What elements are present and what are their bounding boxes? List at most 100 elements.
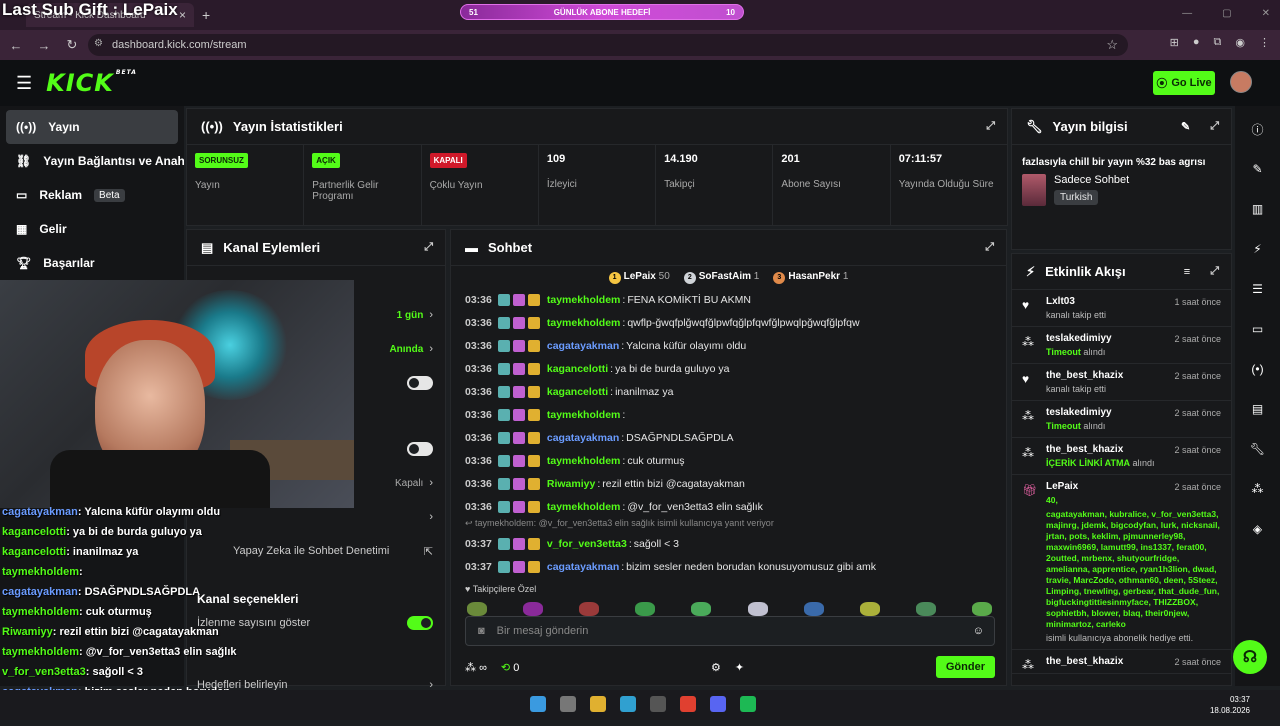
gifter-3[interactable]: 3 HasanPekr 1 [773,271,848,288]
expand-icon[interactable]: ⤢ [1210,265,1219,278]
shield-icon[interactable]: ◈ [1247,518,1269,540]
message-user[interactable]: taymekholdem [547,294,621,306]
points-display[interactable]: ⁂ ∞ [465,661,487,674]
counter-display[interactable]: ⟲ 0 [501,661,519,674]
edit-icon[interactable]: ✎ [1247,158,1269,180]
expand-icon[interactable]: ⤢ [986,120,995,133]
bookmark-star-icon[interactable]: ☆ [1106,37,1118,53]
puzzle-icon[interactable]: ⧉ [1214,36,1222,49]
message-user[interactable]: taymekholdem [547,501,621,513]
stat-stream-health: SORUNSUZ Yayın [187,145,305,225]
category-name[interactable]: Sadece Sohbet [1054,174,1129,186]
obs-icon[interactable] [650,696,666,712]
message-user[interactable]: Riwamiyy [547,478,595,490]
chat-input[interactable]: ◙ Bir mesaj gönderin ☺ [465,616,995,646]
chat-message: 03:36 taymekholdem: [451,403,1006,426]
activity-desc-text: alındı [1083,347,1106,357]
message-user[interactable]: taymekholdem [547,409,621,421]
message-user[interactable]: taymekholdem [547,317,621,329]
url-field[interactable]: ⚙ dashboard.kick.com/stream ☆ [88,34,1128,56]
layout-icon[interactable]: ▥ [1247,198,1269,220]
translate-icon[interactable]: ⊞ [1170,36,1179,49]
edit-icon[interactable]: ✎ [1181,120,1190,133]
ai-moderation-row[interactable]: Yapay Zeka ile Sohbet Denetimi ⇱ [187,534,445,568]
sidebar-item-stream[interactable]: ((•)) Yayın [6,110,178,144]
actions-icon[interactable]: ▤ [1247,398,1269,420]
emote-icon[interactable] [971,602,992,616]
minimize-icon[interactable]: — [1182,8,1192,19]
app-header: ☰ KICK BETA ⦿ Go Live [0,60,1280,106]
discord-icon[interactable] [710,696,726,712]
kick-logo[interactable]: KICK BETA [46,69,137,97]
close-tab-icon[interactable]: × [179,8,186,22]
emote-icon[interactable] [915,602,936,616]
folder-icon[interactable] [590,696,606,712]
hamburger-icon[interactable]: ☰ [16,73,32,94]
sidebar-item-revenue[interactable]: ▦ Gelir [0,212,184,246]
chat-settings-icon[interactable]: ◙ [478,625,485,637]
message-user[interactable]: cagatayakman [547,340,619,352]
menu-dots-icon[interactable]: ⋮ [1259,36,1270,49]
toggle-switch[interactable] [407,442,433,456]
maximize-icon[interactable]: ▢ [1222,8,1231,19]
toggle-switch[interactable] [407,376,433,390]
expand-icon[interactable]: ⤢ [424,241,433,254]
go-live-button[interactable]: ⦿ Go Live [1153,71,1215,95]
message-user[interactable]: cagatayakman [547,561,619,573]
overlay-text: sağoll < 3 [92,666,143,678]
site-info-icon[interactable]: ⚙ [94,38,103,49]
user-badge-icon [527,431,540,444]
send-button[interactable]: Gönder [935,656,995,678]
message-user[interactable]: taymekholdem [547,455,621,467]
message-user[interactable]: kagancelotti [547,386,608,398]
stream-icon[interactable]: (•) [1247,358,1269,380]
emote-icon[interactable] [803,602,824,616]
task-view-icon[interactable] [560,696,576,712]
emote-icon[interactable] [691,602,712,616]
windows-start-icon[interactable] [530,696,546,712]
info-icon[interactable]: ⓘ [1247,118,1269,140]
list-icon[interactable]: ☰ [1247,278,1269,300]
sidebar-item-ads[interactable]: ▭ Reklam Beta [0,178,184,212]
edge-icon[interactable] [620,696,636,712]
sidebar-item-stream-key[interactable]: ⛓ Yayın Bağlantısı ve Anahtarı [0,144,184,178]
sidebar-item-achievements[interactable]: 🏆︎ Başarılar [0,246,184,280]
forward-icon[interactable]: → [32,38,56,53]
reload-icon[interactable]: ↻ [60,37,84,53]
gifter-1[interactable]: 1 LePaix 50 [608,271,670,288]
message-time: 03:37 [465,537,492,550]
spotify-icon[interactable] [740,696,756,712]
expand-icon[interactable]: ⤢ [985,241,994,254]
chat-message: 03:36 Riwamiyy: rezil ettin bizi @cagataya… [451,472,1006,495]
message-user[interactable]: kagancelotti [547,363,608,375]
wrench-icon[interactable]: 🔧︎ [1247,438,1269,460]
emote-icon[interactable] [747,602,768,616]
message-user[interactable]: v_for_ven3etta3 [547,538,627,550]
emote-icon[interactable] [467,602,487,616]
new-tab-button[interactable]: + [202,7,210,23]
close-window-icon[interactable]: ✕ [1262,8,1270,19]
mod-shield-icon[interactable]: ✦ [735,661,744,674]
emote-icon[interactable] [579,602,600,616]
emote-icon[interactable] [635,602,656,616]
chrome-icon[interactable] [680,696,696,712]
viewcount-toggle[interactable] [407,616,433,630]
back-icon[interactable]: ← [4,38,28,53]
emote-icon[interactable] [523,602,544,616]
filter-icon[interactable]: ≡ [1184,266,1190,278]
avatar[interactable] [1230,71,1252,93]
extension-icon[interactable]: ● [1193,36,1200,49]
chat-icon[interactable]: ▭ [1247,318,1269,340]
user-badge-icon [527,339,540,352]
bolt-icon[interactable]: ⚡︎ [1247,238,1269,260]
moderation-icon[interactable]: ⁂ [1247,478,1269,500]
gifter-2[interactable]: 2 SoFastAim 1 [683,271,759,288]
stream-info-panel: 🔧︎ Yayın bilgisi ✎ ⤢ fazlasıyla chill bi… [1011,108,1232,250]
expand-icon[interactable]: ⤢ [1210,120,1219,133]
emoji-icon[interactable]: ☺ [973,625,984,637]
profile-icon[interactable]: ◉ [1235,36,1245,49]
emote-icon[interactable] [859,602,880,616]
message-user[interactable]: cagatayakman [547,432,619,444]
gear-icon[interactable]: ⚙ [711,661,721,674]
help-button[interactable]: ☊ [1233,640,1267,674]
